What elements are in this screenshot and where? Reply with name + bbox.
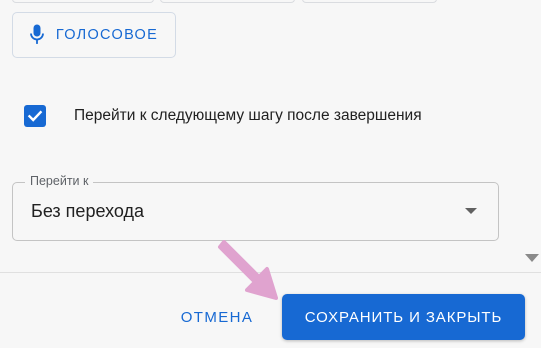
next-step-checkbox-label: Перейти к следующему шагу после завершен…	[74, 107, 422, 124]
cancel-button[interactable]: ОТМЕНА	[172, 294, 262, 340]
voice-button[interactable]: ГОЛОСОВОЕ	[12, 12, 176, 58]
next-step-checkbox[interactable]	[24, 105, 46, 127]
option-button-partial[interactable]	[12, 0, 154, 3]
voice-button-label: ГОЛОСОВОЕ	[55, 27, 159, 43]
save-and-close-button[interactable]: СОХРАНИТЬ И ЗАКРЫТЬ	[282, 294, 525, 340]
scroll-down-arrow-icon[interactable]	[525, 254, 539, 262]
goto-step-select-label: Перейти к	[25, 174, 94, 188]
option-button-partial[interactable]	[160, 0, 295, 3]
pointer-arrow-icon	[218, 240, 278, 300]
checkmark-icon	[27, 110, 43, 122]
dropdown-arrow-icon	[465, 208, 477, 214]
next-step-checkbox-row	[24, 105, 46, 127]
option-button-partial[interactable]	[302, 0, 437, 3]
goto-step-select[interactable]: Перейти к Без перехода	[12, 174, 499, 241]
footer-divider	[0, 272, 541, 273]
goto-step-select-value: Без перехода	[31, 201, 144, 221]
microphone-icon	[29, 24, 44, 46]
